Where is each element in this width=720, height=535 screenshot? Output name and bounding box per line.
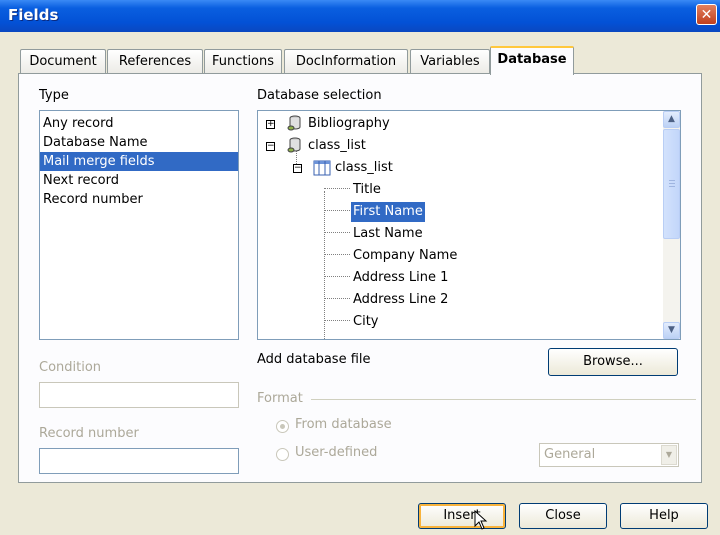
type-list[interactable]: Any record Database Name Mail merge fiel… — [39, 110, 239, 340]
tree-line — [324, 276, 350, 277]
expand-icon[interactable]: + — [266, 120, 275, 129]
tree-line — [324, 210, 350, 211]
tab-variables[interactable]: Variables — [410, 49, 490, 73]
tree-line — [324, 188, 350, 189]
fields-dialog: Fields ✕ Document References Functions D… — [0, 0, 720, 535]
tree-line — [324, 191, 325, 339]
type-label: Type — [39, 88, 69, 103]
record-number-label: Record number — [39, 426, 139, 441]
format-combo-value: General — [544, 447, 596, 462]
tree-node-field[interactable]: Last Name — [353, 224, 423, 244]
scroll-up-button[interactable]: ▲ — [663, 111, 680, 128]
tree-line — [324, 232, 350, 233]
tab-panel: Type Any record Database Name Mail merge… — [18, 73, 702, 483]
collapse-icon[interactable]: − — [266, 142, 275, 151]
tree-node-field-selected[interactable]: First Name — [350, 201, 426, 223]
help-button[interactable]: Help — [620, 503, 708, 529]
insert-button[interactable]: Insert — [418, 503, 506, 529]
list-item[interactable]: Database Name — [40, 133, 238, 152]
radio-dot — [280, 424, 285, 429]
from-database-label: From database — [295, 417, 392, 432]
list-item[interactable]: Any record — [40, 114, 238, 133]
chevron-up-icon: ▲ — [668, 114, 675, 124]
scroll-thumb[interactable] — [663, 129, 680, 239]
grip-line — [669, 186, 675, 187]
pointer-cursor-icon — [474, 509, 488, 534]
close-button[interactable]: Close — [519, 503, 607, 529]
condition-field[interactable] — [39, 382, 239, 408]
add-database-label: Add database file — [257, 352, 371, 367]
database-tree[interactable]: + Bibliography − class_list − class_list — [257, 110, 681, 340]
close-icon: ✕ — [700, 7, 713, 23]
list-item[interactable]: Next record — [40, 171, 238, 190]
chevron-down-icon[interactable]: ▼ — [661, 445, 677, 465]
tree-node-label: class_list — [308, 138, 366, 153]
tree-node-field[interactable]: Address Line 1 — [353, 268, 448, 288]
database-icon — [286, 136, 304, 161]
tree-line — [324, 254, 350, 255]
user-defined-label: User-defined — [295, 445, 378, 460]
tree-line — [324, 320, 350, 321]
tab-docinformation[interactable]: DocInformation — [284, 49, 408, 73]
collapse-icon[interactable]: − — [293, 164, 302, 173]
grip-line — [669, 183, 675, 184]
tab-references[interactable]: References — [107, 49, 203, 73]
list-item[interactable]: Mail merge fields — [40, 152, 238, 171]
format-divider — [311, 399, 696, 400]
tree-line — [324, 298, 350, 299]
scroll-down-button[interactable]: ▼ — [663, 322, 680, 339]
user-defined-radio[interactable] — [276, 448, 289, 461]
window-title: Fields — [8, 6, 59, 24]
close-window-button[interactable]: ✕ — [696, 4, 717, 25]
tab-database[interactable]: Database — [490, 46, 574, 75]
tab-document[interactable]: Document — [20, 49, 106, 73]
tree-node-label: Bibliography — [308, 116, 390, 131]
condition-label: Condition — [39, 360, 102, 375]
from-database-radio[interactable] — [276, 420, 289, 433]
grip-line — [669, 180, 675, 181]
tree-node-field[interactable]: Company Name — [353, 246, 457, 266]
format-combo[interactable]: General ▼ — [539, 443, 679, 467]
tree-scrollbar[interactable]: ▲ ▼ — [663, 111, 680, 339]
database-selection-label: Database selection — [257, 88, 382, 103]
tree-node-field[interactable]: Address Line 2 — [353, 290, 448, 310]
format-label: Format — [257, 391, 303, 406]
tree-node-label: class_list — [335, 160, 393, 175]
chevron-down-icon: ▼ — [668, 325, 675, 335]
tab-functions[interactable]: Functions — [204, 49, 282, 73]
tree-node-field[interactable]: Title — [353, 180, 381, 200]
browse-button[interactable]: Browse... — [548, 348, 678, 376]
record-number-field[interactable] — [39, 448, 239, 474]
list-item[interactable]: Record number — [40, 190, 238, 209]
tree-node-field[interactable]: City — [353, 312, 378, 332]
table-icon — [313, 160, 331, 183]
title-bar[interactable]: Fields ✕ — [0, 0, 720, 32]
